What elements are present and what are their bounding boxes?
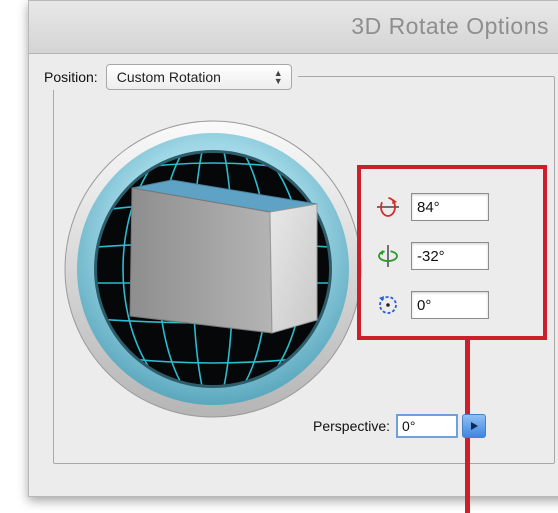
rotate-x-axis-icon <box>377 197 399 217</box>
3d-trackball[interactable] <box>62 118 364 420</box>
rotation-fields-callout: 84° -32° 0° <box>357 165 547 340</box>
position-select-value: Custom Rotation <box>116 69 221 85</box>
z-rotation-input[interactable]: 0° <box>411 291 489 319</box>
perspective-label: Perspective: <box>313 418 391 434</box>
z-rotation-row: 0° <box>375 291 489 319</box>
dialog-title: 3D Rotate Options <box>351 13 549 39</box>
position-row: Position: Custom Rotation ▲ ▼ <box>40 64 298 90</box>
rotate-z-axis-icon <box>379 296 397 314</box>
rotate-y-axis-icon <box>378 245 398 267</box>
up-down-arrows-icon: ▲ ▼ <box>273 68 283 86</box>
position-select[interactable]: Custom Rotation ▲ ▼ <box>105 64 292 90</box>
y-rotation-input[interactable]: -32° <box>411 242 489 270</box>
perspective-slider-button[interactable] <box>462 414 487 438</box>
position-label: Position: <box>44 69 98 85</box>
perspective-row: Perspective: 0° <box>313 414 487 438</box>
play-arrow-icon <box>471 422 479 430</box>
x-rotation-row: 84° <box>375 193 489 221</box>
title-bar[interactable]: 3D Rotate Options <box>29 1 558 54</box>
trackball-cube <box>129 179 318 334</box>
x-rotation-input[interactable]: 84° <box>411 193 489 221</box>
y-rotation-row: -32° <box>375 242 489 270</box>
perspective-input[interactable]: 0° <box>396 414 459 438</box>
